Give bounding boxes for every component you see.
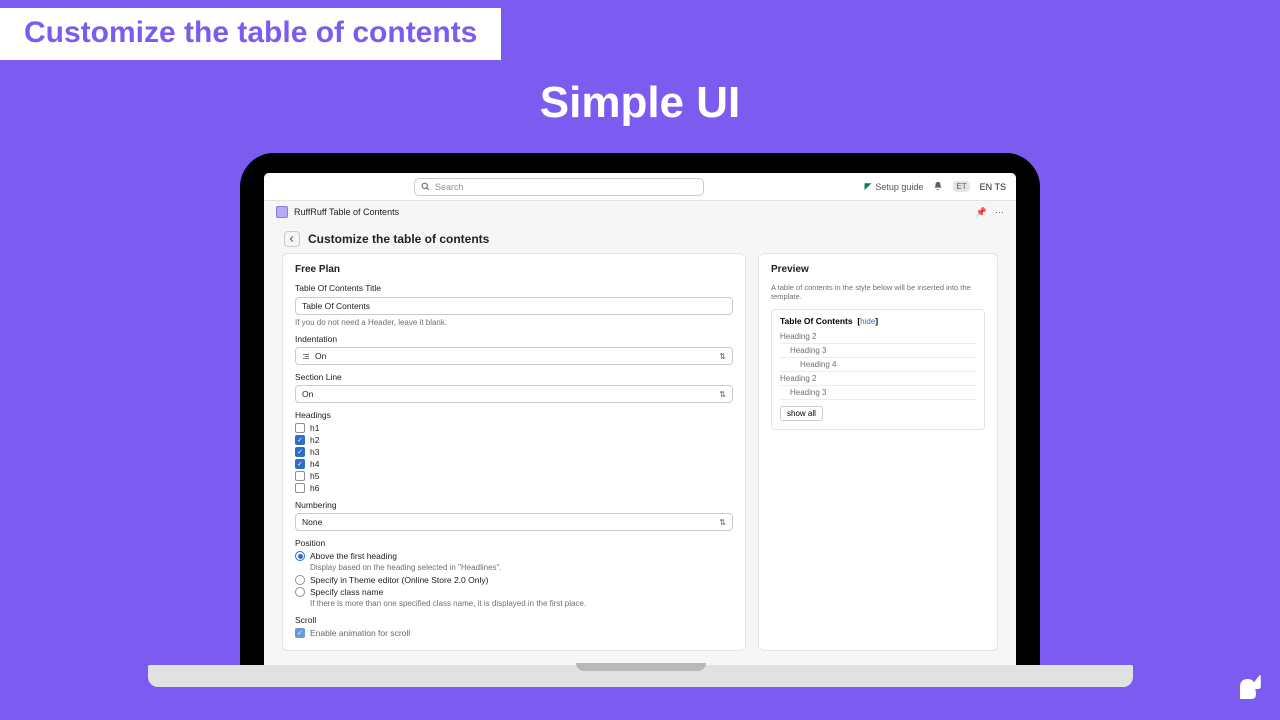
more-icon[interactable]: ⋯: [995, 207, 1004, 218]
preview-desc: A table of contents in the style below w…: [771, 283, 985, 301]
notifications-icon[interactable]: [933, 181, 943, 193]
scroll-checkbox-row[interactable]: ✓ Enable animation for scroll: [295, 628, 733, 638]
toc-item[interactable]: Heading 3: [780, 344, 976, 358]
toc-hide-link[interactable]: [hide]: [855, 316, 878, 326]
headings-label: Headings: [295, 410, 733, 420]
chevron-down-icon: ⇅: [719, 518, 726, 527]
chevron-down-icon: ⇅: [719, 390, 726, 399]
brand-logo-icon: [1228, 667, 1268, 712]
app-icon: [276, 206, 288, 218]
radio[interactable]: [295, 587, 305, 597]
checkbox[interactable]: [295, 423, 305, 433]
show-all-button[interactable]: show all: [780, 406, 823, 421]
toc-item[interactable]: Heading 3: [780, 386, 976, 400]
setup-guide-link[interactable]: ◤ Setup guide: [864, 181, 923, 192]
toc-preview: Table Of Contents [hide] Heading 2Headin…: [771, 309, 985, 430]
toc-item[interactable]: Heading 4: [780, 358, 976, 372]
indentation-select[interactable]: On ⇅: [295, 347, 733, 365]
chevron-down-icon: ⇅: [719, 352, 726, 361]
slide-title: Simple UI: [0, 78, 1280, 128]
preview-panel: Preview A table of contents in the style…: [758, 253, 998, 651]
checkbox[interactable]: ✓: [295, 447, 305, 457]
heading-checkbox-h4[interactable]: ✓h4: [295, 459, 733, 469]
sectionline-label: Section Line: [295, 372, 733, 382]
plan-heading: Free Plan: [295, 264, 733, 275]
checkbox[interactable]: [295, 483, 305, 493]
slide-banner: Customize the table of contents: [0, 8, 501, 60]
position-radio-2[interactable]: Specify class name: [295, 587, 733, 597]
toc-item[interactable]: Heading 2: [780, 372, 976, 386]
heading-checkbox-h6[interactable]: h6: [295, 483, 733, 493]
position-label: Position: [295, 538, 733, 548]
toc-item[interactable]: Heading 2: [780, 330, 976, 344]
indentation-label: Indentation: [295, 334, 733, 344]
numbering-label: Numbering: [295, 500, 733, 510]
scroll-label: Scroll: [295, 615, 733, 625]
checkbox[interactable]: [295, 471, 305, 481]
numbering-select[interactable]: None ⇅: [295, 513, 733, 531]
checkbox[interactable]: ✓: [295, 459, 305, 469]
search-placeholder: Search: [435, 182, 464, 192]
avatar[interactable]: ET: [953, 181, 969, 192]
position-radio-1[interactable]: Specify in Theme editor (Online Store 2.…: [295, 575, 733, 585]
toc-preview-title: Table Of Contents: [780, 316, 853, 326]
settings-form: Free Plan Table Of Contents Title If you…: [282, 253, 746, 651]
topbar: Search ◤ Setup guide ET EN TS: [264, 173, 1016, 201]
toc-title-label: Table Of Contents Title: [295, 283, 733, 293]
indent-icon: [302, 352, 310, 361]
user-label: EN TS: [980, 182, 1006, 192]
app-name: RuffRuff Table of Contents: [294, 207, 399, 217]
toc-title-help: If you do not need a Header, leave it bl…: [295, 318, 733, 327]
back-button[interactable]: [284, 231, 300, 247]
page-title: Customize the table of contents: [308, 232, 489, 246]
radio[interactable]: [295, 575, 305, 585]
sectionline-select[interactable]: On ⇅: [295, 385, 733, 403]
heading-checkbox-h1[interactable]: h1: [295, 423, 733, 433]
toc-title-input[interactable]: [295, 297, 733, 315]
preview-heading: Preview: [771, 264, 985, 275]
position-help: If there is more than one specified clas…: [310, 599, 733, 608]
scroll-checkbox[interactable]: ✓: [295, 628, 305, 638]
search-icon: [421, 182, 430, 191]
heading-checkbox-h2[interactable]: ✓h2: [295, 435, 733, 445]
checkbox[interactable]: ✓: [295, 435, 305, 445]
app-header: RuffRuff Table of Contents 📌 ⋯: [264, 201, 1016, 223]
pin-icon[interactable]: 📌: [976, 207, 987, 218]
heading-checkbox-h5[interactable]: h5: [295, 471, 733, 481]
position-help: Display based on the heading selected in…: [310, 563, 733, 572]
radio[interactable]: [295, 551, 305, 561]
position-radio-0[interactable]: Above the first heading: [295, 551, 733, 561]
heading-checkbox-h3[interactable]: ✓h3: [295, 447, 733, 457]
search-input[interactable]: Search: [414, 178, 704, 196]
laptop-mockup: Search ◤ Setup guide ET EN TS Ruf: [240, 153, 1040, 687]
